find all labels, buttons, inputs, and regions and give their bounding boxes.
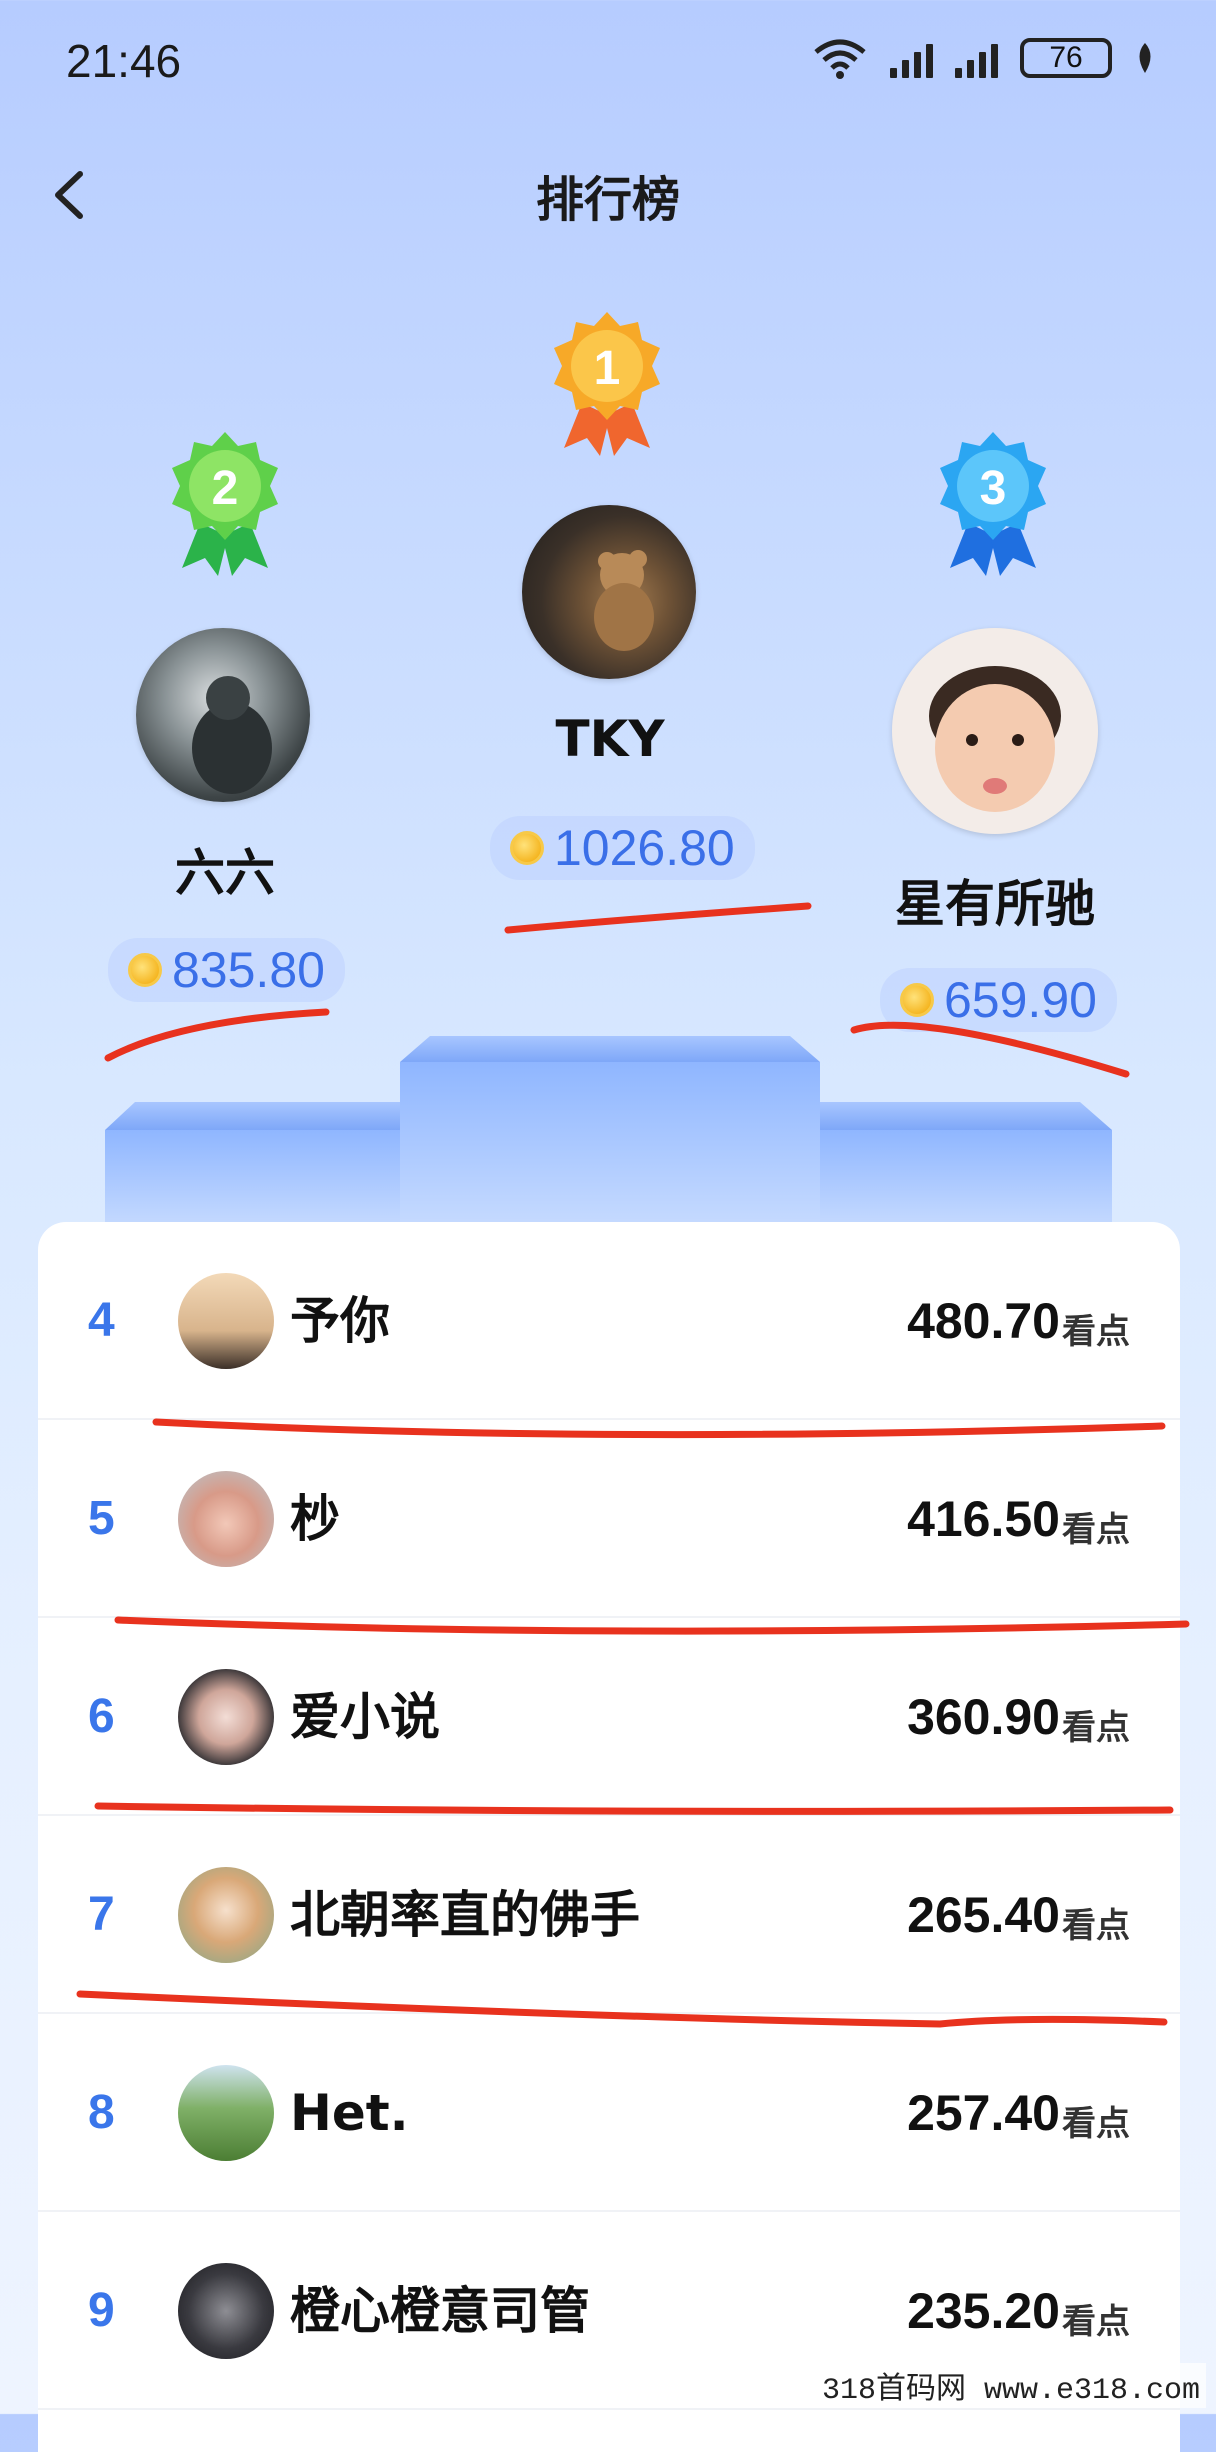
coin-icon (900, 983, 934, 1017)
list-item[interactable]: 4 予你 480.70 看点 (38, 1222, 1180, 1420)
coin-icon (510, 831, 544, 865)
page-header: 排行榜 (0, 150, 1216, 250)
list-item[interactable]: 6 爱小说 360.90 看点 (38, 1618, 1180, 1816)
podium-name-1: TKY (555, 710, 665, 768)
avatar[interactable] (178, 1669, 274, 1765)
user-name: Het. (290, 2084, 409, 2142)
podium-score-1: 1026.80 (490, 816, 755, 880)
silver-medal-icon: 2 (172, 432, 278, 576)
bronze-medal-icon: 3 (940, 432, 1046, 576)
gold-medal-icon: 1 (554, 312, 660, 456)
avatar[interactable] (178, 1867, 274, 1963)
user-name: 杪 (290, 1490, 340, 1548)
user-score: 257.40 看点 (907, 2085, 1130, 2144)
leaf-icon (1139, 43, 1151, 73)
list-item[interactable]: 5 杪 416.50 看点 (38, 1420, 1180, 1618)
avatar[interactable] (892, 628, 1098, 834)
avatar[interactable] (178, 1273, 274, 1369)
avatar[interactable] (522, 505, 696, 679)
rank-number: 8 (88, 2086, 115, 2139)
medal-3-number: 3 (980, 462, 1007, 515)
ranking-list: 4 予你 480.70 看点 5 杪 416.50 看点 6 爱小说 360.90 看… (38, 1222, 1180, 2452)
avatar[interactable] (178, 2263, 274, 2359)
avatar[interactable] (178, 1471, 274, 1567)
podium-name-3: 星有所驰 (895, 875, 1095, 933)
rank-number: 4 (88, 1294, 115, 1347)
watermark: 318首码网 www.e318.com (815, 2363, 1206, 2408)
list-item[interactable]: 8 Het. 257.40 看点 (38, 2014, 1180, 2212)
medal-1-number: 1 (594, 342, 621, 395)
podium-score-2: 835.80 (108, 938, 345, 1002)
signal-icon-2 (955, 38, 998, 78)
podium-name-2: 六六 (175, 844, 275, 902)
coin-icon (128, 953, 162, 987)
user-name: 爱小说 (290, 1688, 440, 1746)
battery-indicator: 76 (1020, 38, 1112, 78)
status-icons: 76 (812, 36, 1156, 80)
signal-icon-1 (890, 38, 933, 78)
podium-stage (105, 1036, 1112, 1230)
user-name: 予你 (290, 1292, 390, 1350)
rank-number: 6 (88, 1690, 115, 1743)
status-bar: 21:46 76 (0, 0, 1216, 120)
page-title: 排行榜 (535, 172, 680, 228)
user-score: 265.40 看点 (907, 1887, 1130, 1946)
user-name: 北朝率直的佛手 (290, 1886, 640, 1944)
wifi-icon (814, 39, 866, 79)
rank-number: 7 (88, 1888, 115, 1941)
rank-number: 9 (88, 2284, 115, 2337)
status-time: 21:46 (66, 35, 182, 87)
user-score: 480.70 看点 (907, 1293, 1130, 1352)
avatar[interactable] (136, 628, 310, 802)
podium-score-3: 659.90 (880, 968, 1117, 1032)
list-item[interactable]: 7 北朝率直的佛手 265.40 看点 (38, 1816, 1180, 2014)
user-score: 360.90 看点 (907, 1689, 1130, 1748)
medal-2-number: 2 (212, 462, 239, 515)
user-name: 橙心橙意司管 (290, 2282, 590, 2340)
avatar[interactable] (178, 2065, 274, 2161)
user-score: 416.50 看点 (907, 1491, 1130, 1550)
rank-number: 5 (88, 1492, 115, 1545)
